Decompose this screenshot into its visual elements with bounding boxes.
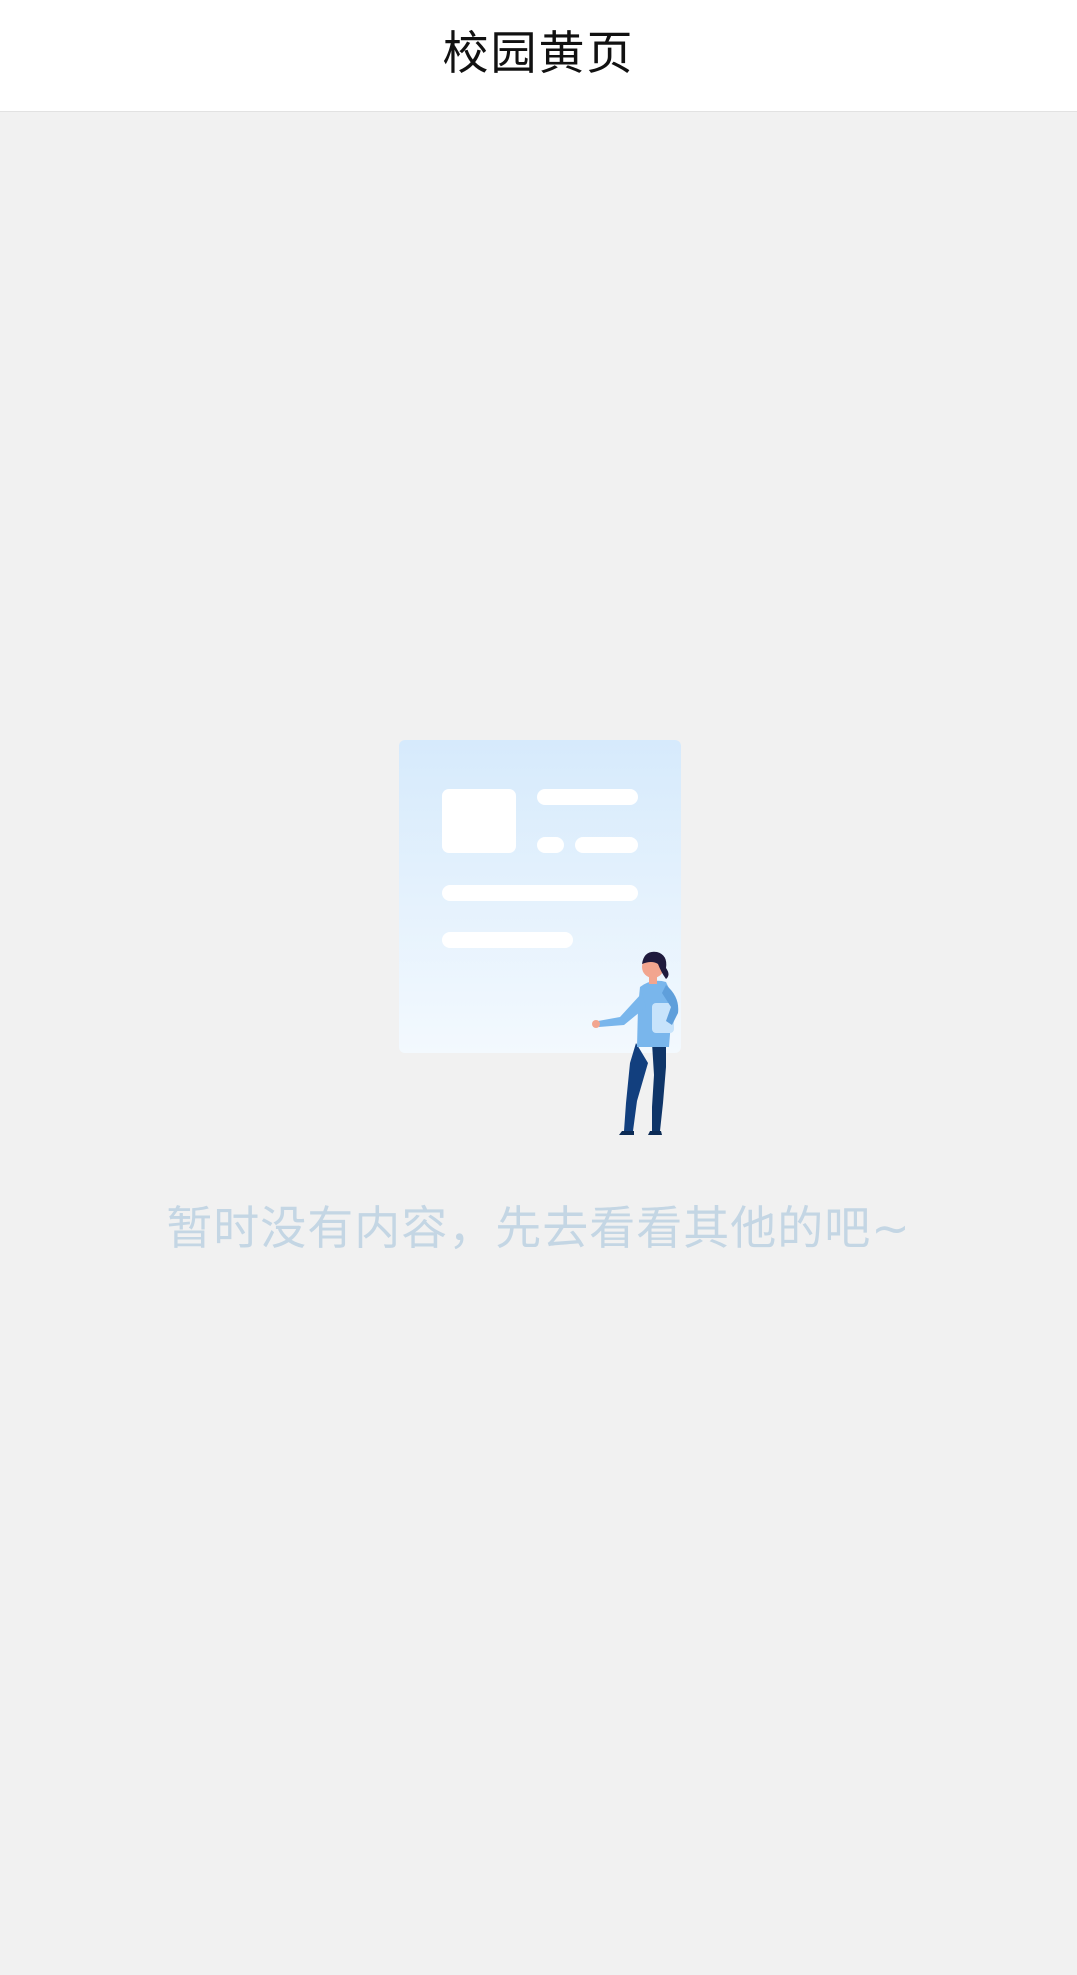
- image-placeholder-block: [442, 789, 516, 853]
- text-line: [442, 885, 638, 901]
- text-line: [575, 837, 638, 853]
- text-line: [442, 932, 573, 948]
- empty-state-message: 暂时没有内容，先去看看其他的吧~: [166, 1201, 911, 1255]
- text-line: [537, 837, 564, 853]
- empty-content-illustration: [399, 740, 681, 1135]
- text-line: [537, 789, 638, 805]
- top-nav-bar: 校园黄页: [0, 0, 1077, 112]
- page: 校园黄页 暂时没有内容，先去看看其他的吧~: [0, 0, 1077, 1975]
- page-title: 校园黄页: [442, 25, 635, 80]
